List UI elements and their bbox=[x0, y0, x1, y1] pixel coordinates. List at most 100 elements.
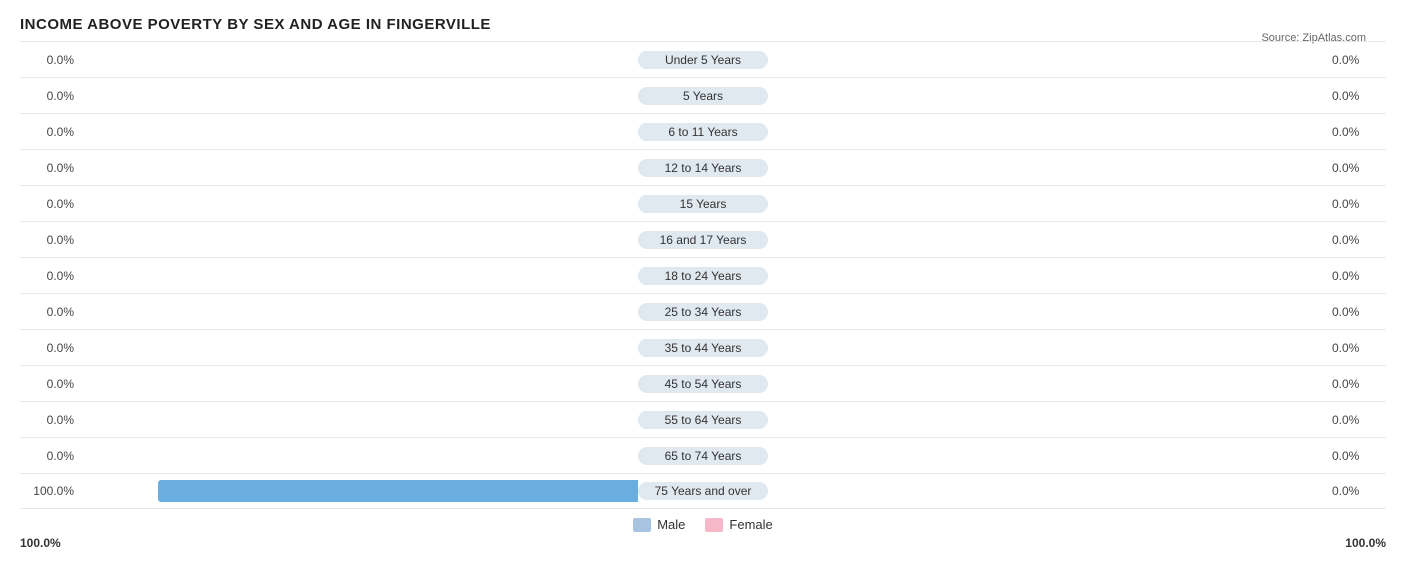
male-value: 0.0% bbox=[20, 449, 80, 463]
male-value: 0.0% bbox=[20, 413, 80, 427]
chart-row: 0.0% 16 and 17 Years 0.0% bbox=[20, 221, 1386, 257]
female-value: 0.0% bbox=[1326, 125, 1386, 139]
male-bar-wrap bbox=[80, 373, 638, 395]
bar-container: 5 Years bbox=[80, 78, 1326, 113]
bar-container: 16 and 17 Years bbox=[80, 222, 1326, 257]
female-bar-wrap bbox=[768, 445, 1326, 467]
chart-row: 0.0% 6 to 11 Years 0.0% bbox=[20, 113, 1386, 149]
chart-row: 0.0% 35 to 44 Years 0.0% bbox=[20, 329, 1386, 365]
male-bar-wrap bbox=[80, 193, 638, 215]
female-bar-wrap bbox=[768, 409, 1326, 431]
female-bar-wrap bbox=[768, 121, 1326, 143]
bar-container: 45 to 54 Years bbox=[80, 366, 1326, 401]
female-value: 0.0% bbox=[1326, 53, 1386, 67]
male-bar-wrap bbox=[80, 121, 638, 143]
legend: Male Female bbox=[20, 517, 1386, 532]
legend-male: Male bbox=[633, 517, 685, 532]
bar-container: 55 to 64 Years bbox=[80, 402, 1326, 437]
male-value: 0.0% bbox=[20, 53, 80, 67]
age-label: 65 to 74 Years bbox=[638, 447, 768, 465]
bottom-labels: 100.0% 100.0% bbox=[20, 536, 1386, 550]
female-value: 0.0% bbox=[1326, 484, 1386, 498]
female-value: 0.0% bbox=[1326, 449, 1386, 463]
bar-container: 6 to 11 Years bbox=[80, 114, 1326, 149]
legend-male-box bbox=[633, 518, 651, 532]
age-label: 55 to 64 Years bbox=[638, 411, 768, 429]
age-label: Under 5 Years bbox=[638, 51, 768, 69]
chart-row: 0.0% 45 to 54 Years 0.0% bbox=[20, 365, 1386, 401]
age-label: 6 to 11 Years bbox=[638, 123, 768, 141]
male-bar bbox=[158, 480, 638, 502]
chart-row: 0.0% 18 to 24 Years 0.0% bbox=[20, 257, 1386, 293]
female-bar-wrap bbox=[768, 193, 1326, 215]
female-bar-wrap bbox=[768, 157, 1326, 179]
legend-female-box bbox=[705, 518, 723, 532]
bar-container: 65 to 74 Years bbox=[80, 438, 1326, 473]
chart-row: 100.0% 75 Years and over 0.0% bbox=[20, 473, 1386, 509]
female-value: 0.0% bbox=[1326, 89, 1386, 103]
age-label: 18 to 24 Years bbox=[638, 267, 768, 285]
female-bar-wrap bbox=[768, 229, 1326, 251]
bar-container: 15 Years bbox=[80, 186, 1326, 221]
male-bar-wrap bbox=[80, 49, 638, 71]
male-bar-wrap bbox=[80, 480, 638, 502]
female-bar-wrap bbox=[768, 265, 1326, 287]
female-bar-wrap bbox=[768, 301, 1326, 323]
age-label: 5 Years bbox=[638, 87, 768, 105]
age-label: 45 to 54 Years bbox=[638, 375, 768, 393]
male-value: 0.0% bbox=[20, 269, 80, 283]
female-bar-wrap bbox=[768, 373, 1326, 395]
chart-row: 0.0% Under 5 Years 0.0% bbox=[20, 41, 1386, 77]
female-bar-wrap bbox=[768, 337, 1326, 359]
male-value: 0.0% bbox=[20, 233, 80, 247]
male-bar-wrap bbox=[80, 301, 638, 323]
male-bar-wrap bbox=[80, 337, 638, 359]
bar-container: 18 to 24 Years bbox=[80, 258, 1326, 293]
legend-female: Female bbox=[705, 517, 772, 532]
bottom-left-value: 100.0% bbox=[20, 536, 61, 550]
chart-title: INCOME ABOVE POVERTY BY SEX AND AGE IN F… bbox=[20, 16, 1386, 33]
female-value: 0.0% bbox=[1326, 305, 1386, 319]
male-value: 0.0% bbox=[20, 161, 80, 175]
male-value: 0.0% bbox=[20, 341, 80, 355]
age-label: 25 to 34 Years bbox=[638, 303, 768, 321]
bar-container: 12 to 14 Years bbox=[80, 150, 1326, 185]
male-bar-wrap bbox=[80, 85, 638, 107]
age-label: 75 Years and over bbox=[638, 482, 768, 500]
male-value: 0.0% bbox=[20, 377, 80, 391]
female-value: 0.0% bbox=[1326, 269, 1386, 283]
female-value: 0.0% bbox=[1326, 233, 1386, 247]
female-value: 0.0% bbox=[1326, 161, 1386, 175]
age-label: 35 to 44 Years bbox=[638, 339, 768, 357]
chart-row: 0.0% 25 to 34 Years 0.0% bbox=[20, 293, 1386, 329]
age-label: 16 and 17 Years bbox=[638, 231, 768, 249]
male-value: 100.0% bbox=[20, 484, 80, 498]
age-label: 15 Years bbox=[638, 195, 768, 213]
female-bar-wrap bbox=[768, 480, 1326, 502]
bottom-right-value: 100.0% bbox=[1345, 536, 1386, 550]
male-bar-wrap bbox=[80, 265, 638, 287]
female-value: 0.0% bbox=[1326, 413, 1386, 427]
male-bar-wrap bbox=[80, 157, 638, 179]
male-value: 0.0% bbox=[20, 125, 80, 139]
bar-container: 75 Years and over bbox=[80, 474, 1326, 508]
bar-container: Under 5 Years bbox=[80, 42, 1326, 77]
chart-row: 0.0% 65 to 74 Years 0.0% bbox=[20, 437, 1386, 473]
female-value: 0.0% bbox=[1326, 197, 1386, 211]
female-bar-wrap bbox=[768, 49, 1326, 71]
female-bar-wrap bbox=[768, 85, 1326, 107]
chart-row: 0.0% 55 to 64 Years 0.0% bbox=[20, 401, 1386, 437]
male-bar-wrap bbox=[80, 445, 638, 467]
chart-row: 0.0% 5 Years 0.0% bbox=[20, 77, 1386, 113]
male-bar-wrap bbox=[80, 409, 638, 431]
male-value: 0.0% bbox=[20, 305, 80, 319]
age-label: 12 to 14 Years bbox=[638, 159, 768, 177]
chart-row: 0.0% 12 to 14 Years 0.0% bbox=[20, 149, 1386, 185]
bar-container: 25 to 34 Years bbox=[80, 294, 1326, 329]
female-value: 0.0% bbox=[1326, 341, 1386, 355]
legend-male-label: Male bbox=[657, 517, 685, 532]
female-value: 0.0% bbox=[1326, 377, 1386, 391]
male-value: 0.0% bbox=[20, 197, 80, 211]
bar-container: 35 to 44 Years bbox=[80, 330, 1326, 365]
chart-row: 0.0% 15 Years 0.0% bbox=[20, 185, 1386, 221]
